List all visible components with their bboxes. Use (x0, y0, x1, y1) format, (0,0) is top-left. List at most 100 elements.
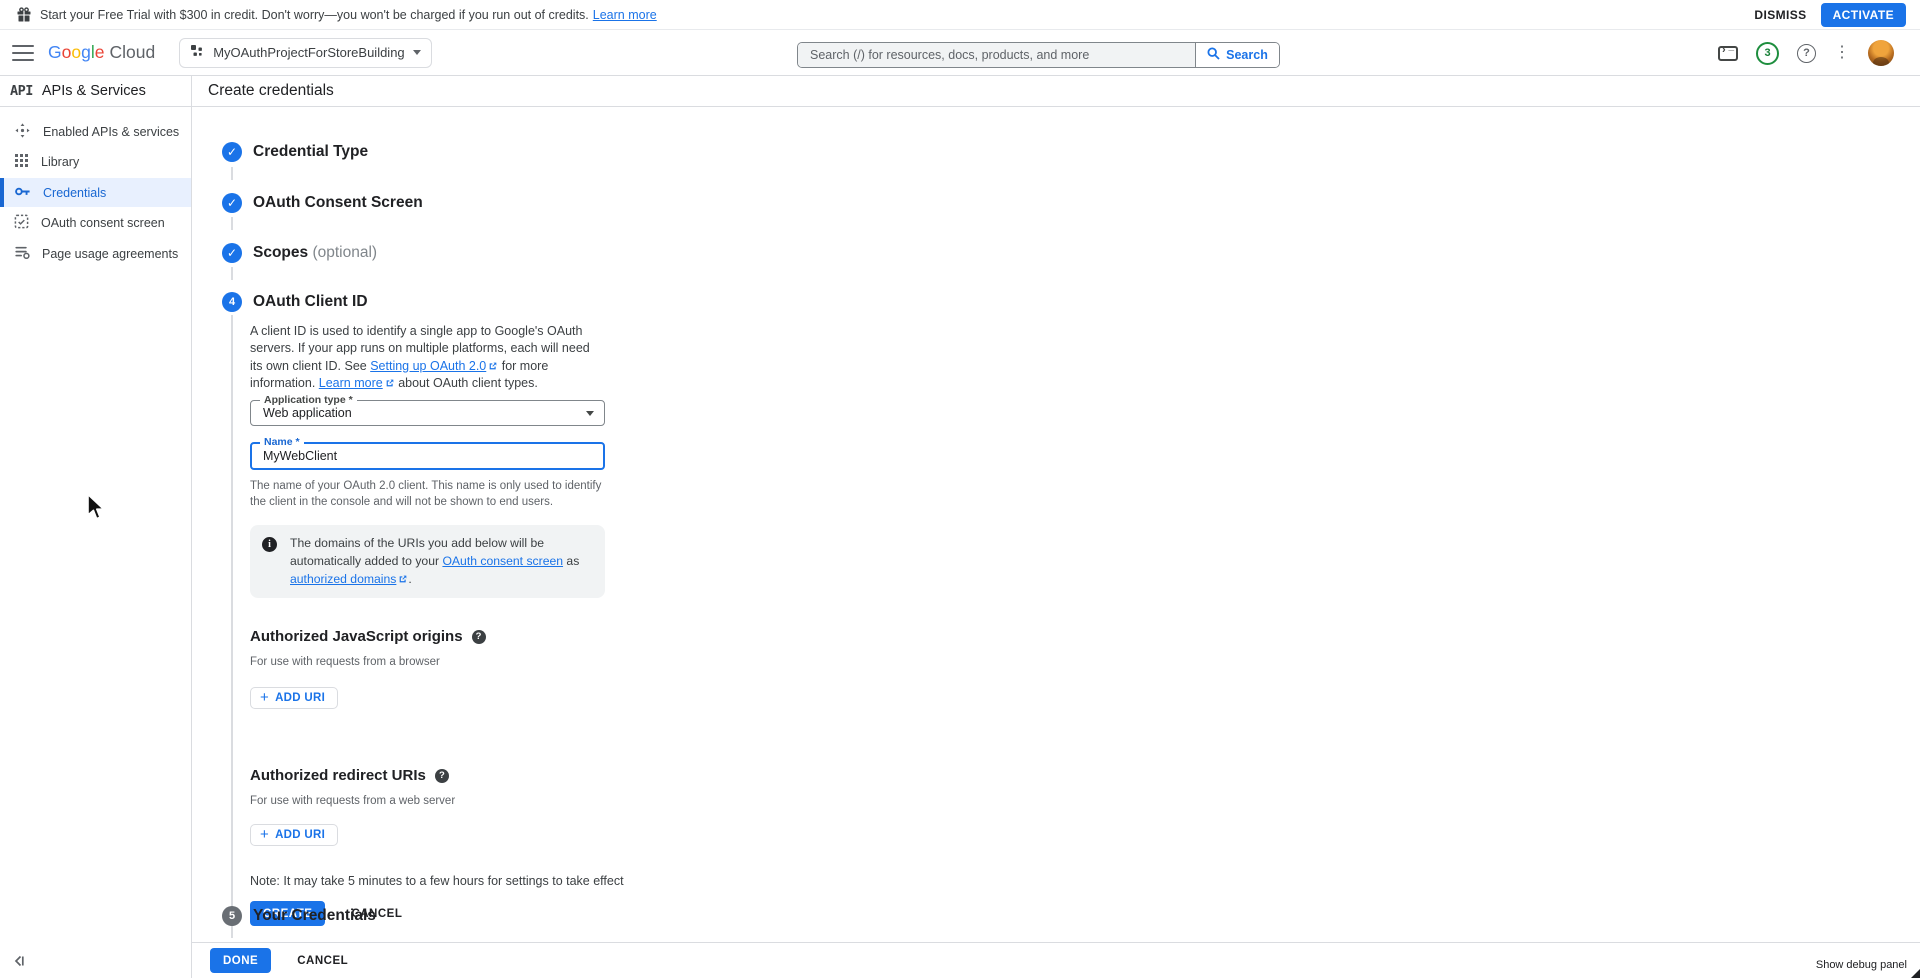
setting-up-oauth-link[interactable]: Setting up OAuth 2.0 (370, 359, 498, 373)
page-title: Create credentials (208, 82, 334, 100)
chevron-down-icon (586, 411, 594, 416)
sidebar-item-library[interactable]: Library (0, 148, 191, 177)
authorized-domains-link[interactable]: authorized domains (290, 572, 408, 586)
sidebar-title: APIs & Services (42, 83, 146, 99)
plus-icon: + (260, 692, 269, 704)
menu-icon[interactable] (12, 45, 34, 61)
consent-icon (14, 214, 29, 232)
trial-banner-text: Start your Free Trial with $300 in credi… (40, 8, 657, 22)
sidebar-item-enabled-apis[interactable]: Enabled APIs & services (0, 117, 191, 146)
info-text: . (408, 572, 411, 586)
learn-more-link[interactable]: Learn more (593, 8, 657, 22)
oauth-client-id-form: A client ID is used to identify a single… (231, 315, 851, 938)
google-logo-suffix: Cloud (109, 42, 155, 63)
link-label: Learn more (319, 376, 383, 390)
js-origins-subtitle: For use with requests from a browser (250, 656, 851, 668)
sidebar-item-label: Credentials (43, 186, 106, 200)
app-bar: Google Cloud MyOAuthProjectForStoreBuild… (0, 30, 1920, 76)
dismiss-button[interactable]: DISMISS (1754, 8, 1806, 22)
description-text: about OAuth client types. (395, 376, 538, 390)
check-icon: ✓ (222, 243, 242, 263)
application-type-select[interactable]: Application type * Web application (250, 400, 605, 426)
info-icon: i (262, 537, 277, 552)
search-button-label: Search (1226, 48, 1268, 62)
search-icon (1207, 47, 1220, 63)
sidebar-item-page-usage-agreements[interactable]: Page usage agreements (0, 239, 191, 268)
notifications-badge[interactable]: 3 (1756, 42, 1779, 65)
external-link-icon (385, 378, 395, 388)
cloud-shell-icon[interactable] (1718, 46, 1738, 61)
footer-action-bar: DONE CANCEL (192, 942, 1920, 978)
add-uri-origins-button[interactable]: + ADD URI (250, 687, 338, 709)
sidebar: Enabled APIs & services Library Credenti… (0, 107, 192, 978)
google-cloud-logo[interactable]: Google Cloud (48, 42, 155, 63)
step-label: OAuth Consent Screen (253, 194, 423, 212)
check-icon: ✓ (222, 142, 242, 162)
api-product-icon: API (10, 83, 33, 99)
oauth-consent-screen-link[interactable]: OAuth consent screen (442, 554, 563, 568)
sidebar-item-oauth-consent[interactable]: OAuth consent screen (0, 209, 191, 238)
trial-banner-message: Start your Free Trial with $300 in credi… (40, 8, 589, 22)
project-selector[interactable]: MyOAuthProjectForStoreBuilding (179, 38, 431, 68)
add-uri-label: ADD URI (275, 829, 325, 841)
search-button[interactable]: Search (1195, 43, 1279, 67)
settings-note: Note: It may take 5 minutes to a few hou… (250, 874, 851, 888)
step-label: Scopes (253, 244, 308, 261)
help-icon[interactable]: ? (472, 630, 486, 644)
enabled-apis-icon (14, 122, 31, 142)
external-link-icon (398, 574, 408, 584)
redirect-uris-subtitle: For use with requests from a web server (250, 795, 851, 807)
external-link-icon (488, 361, 498, 371)
sidebar-item-label: OAuth consent screen (41, 216, 165, 230)
project-name: MyOAuthProjectForStoreBuilding (213, 45, 404, 60)
agreements-icon (14, 244, 30, 263)
step-connector (231, 217, 233, 230)
cancel-button[interactable]: CANCEL (297, 955, 348, 967)
step-number-badge: 4 (222, 292, 242, 312)
help-icon[interactable]: ? (435, 769, 449, 783)
sidebar-item-credentials[interactable]: Credentials (0, 178, 191, 207)
application-type-label: Application type * (260, 395, 357, 406)
step-label: OAuth Client ID (253, 293, 368, 311)
client-name-label: Name * (260, 437, 304, 448)
library-icon (14, 153, 29, 171)
js-origins-heading: Authorized JavaScript origins ? (250, 628, 851, 645)
main-content: ✓ Credential Type ✓ OAuth Consent Screen… (192, 107, 1920, 942)
step-label-suffix: (optional) (312, 244, 377, 261)
add-uri-redirect-button[interactable]: + ADD URI (250, 824, 338, 846)
sidebar-item-label: Enabled APIs & services (43, 125, 179, 139)
trial-banner: Start your Free Trial with $300 in credi… (0, 0, 1920, 30)
debug-panel-corner (1911, 969, 1920, 978)
client-name-input[interactable] (252, 444, 603, 468)
client-name-helper: The name of your OAuth 2.0 client. This … (250, 478, 602, 510)
show-debug-panel[interactable]: Show debug panel (1816, 959, 1907, 971)
redirect-uris-heading: Authorized redirect URIs ? (250, 767, 851, 784)
key-icon (14, 183, 31, 203)
section-title: Authorized JavaScript origins (250, 628, 463, 645)
more-icon[interactable]: ⋮ (1834, 45, 1850, 61)
project-icon (190, 44, 205, 62)
activate-button[interactable]: ACTIVATE (1821, 3, 1906, 27)
step-label: Credential Type (253, 143, 368, 161)
chevron-down-icon (413, 50, 421, 55)
section-title: Authorized redirect URIs (250, 767, 426, 784)
avatar[interactable] (1868, 40, 1894, 66)
plus-icon: + (260, 829, 269, 841)
google-logo-brand: Google (48, 42, 104, 63)
client-name-field: Name * (250, 442, 605, 470)
info-text: as (563, 554, 579, 568)
domains-info-box: i The domains of the URIs you add below … (250, 525, 605, 598)
link-label: authorized domains (290, 572, 396, 586)
add-uri-label: ADD URI (275, 692, 325, 704)
sidebar-item-label: Page usage agreements (42, 247, 178, 261)
sidebar-item-label: Library (41, 155, 79, 169)
learn-more-oauth-link[interactable]: Learn more (319, 376, 395, 390)
done-button[interactable]: DONE (210, 948, 271, 973)
client-id-description: A client ID is used to identify a single… (250, 323, 602, 392)
collapse-sidebar-icon[interactable] (12, 954, 26, 971)
search-input[interactable] (798, 43, 1195, 67)
step-oauth-consent-screen: ✓ OAuth Consent Screen (222, 193, 423, 213)
help-icon[interactable]: ? (1797, 44, 1816, 63)
sub-header: API APIs & Services Create credentials (0, 76, 1920, 107)
gift-icon (16, 7, 32, 26)
